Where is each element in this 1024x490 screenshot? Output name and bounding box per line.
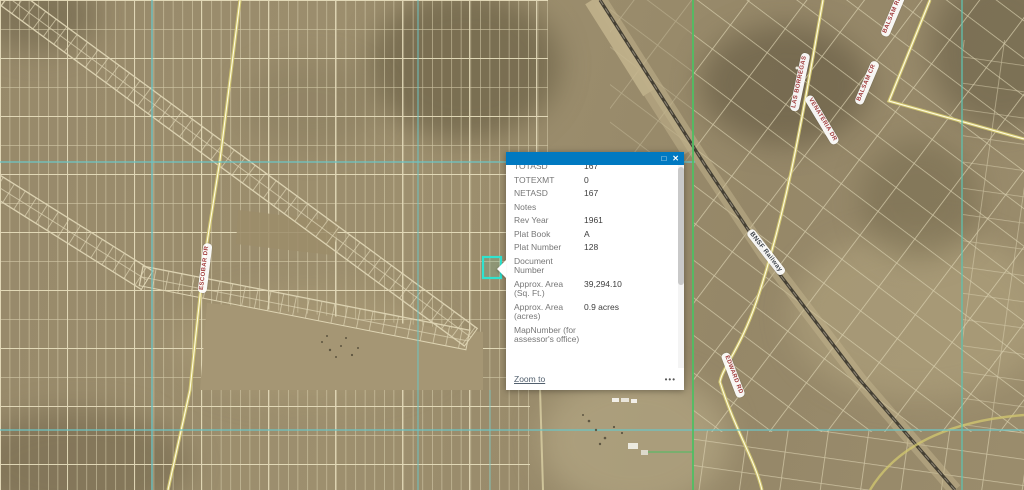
popup-scrollbar-thumb[interactable] [678,167,684,285]
popup-body: TOTASD 167 TOTEXMT 0 NETASD 167 Notes Rev Y… [506,165,684,368]
popup-header: □ ✕ [506,152,684,165]
close-icon[interactable]: ✕ [672,155,679,163]
attribute-value: 167 [584,165,598,172]
map-application: ESCOBAR DR BNSF Railway EDWARD RD LAS BO… [0,0,1024,490]
attribute-value: 1961 [584,216,603,226]
attribute-row: Rev Year 1961 [514,214,674,228]
attribute-row: MapNumber (for assessor's office) [514,324,674,347]
attribute-row: Plat Number 128 [514,241,674,255]
attribute-value: 167 [584,189,598,199]
attribute-label: Rev Year [514,216,580,226]
attribute-label: Approx. Area (Sq. Ft.) [514,280,580,299]
popup-caret [497,260,506,278]
attribute-value: 128 [584,243,598,253]
attribute-value: A [584,230,590,240]
feature-popup: □ ✕ TOTASD 167 TOTEXMT 0 NETASD 167 Notes R… [506,152,684,390]
attribute-label: MapNumber (for assessor's office) [514,326,580,345]
attribute-label: TOTEXMT [514,176,580,186]
attribute-row: Approx. Area (Sq. Ft.)39,294.10 [514,278,674,301]
attribute-label: Plat Number [514,243,580,253]
attribute-value: 39,294.10 [584,280,622,299]
attribute-label: NETASD [514,189,580,199]
attribute-row: NETASD 167 [514,187,674,201]
more-options-button[interactable]: ••• [665,375,676,384]
popup-footer: Zoom to ••• [506,368,684,390]
attribute-value: 0.9 acres [584,303,619,322]
attribute-label: Notes [514,203,580,213]
attribute-row: Notes [514,201,674,215]
attribute-row: Document Number [514,255,674,278]
attribute-value: 0 [584,176,589,186]
attribute-row: Plat Book A [514,228,674,242]
maximize-icon[interactable]: □ [661,155,666,163]
attribute-row: TOTEXMT 0 [514,174,674,188]
attribute-label: TOTASD [514,165,580,172]
attribute-label: Approx. Area (acres) [514,303,580,322]
attribute-label: Document Number [514,257,580,276]
attribute-row: TOTASD 167 [514,165,674,174]
zoom-to-link[interactable]: Zoom to [514,374,545,384]
attribute-label: Plat Book [514,230,580,240]
popup-scrollbar[interactable] [678,165,684,368]
attribute-row: Approx. Area (acres)0.9 acres [514,301,674,324]
